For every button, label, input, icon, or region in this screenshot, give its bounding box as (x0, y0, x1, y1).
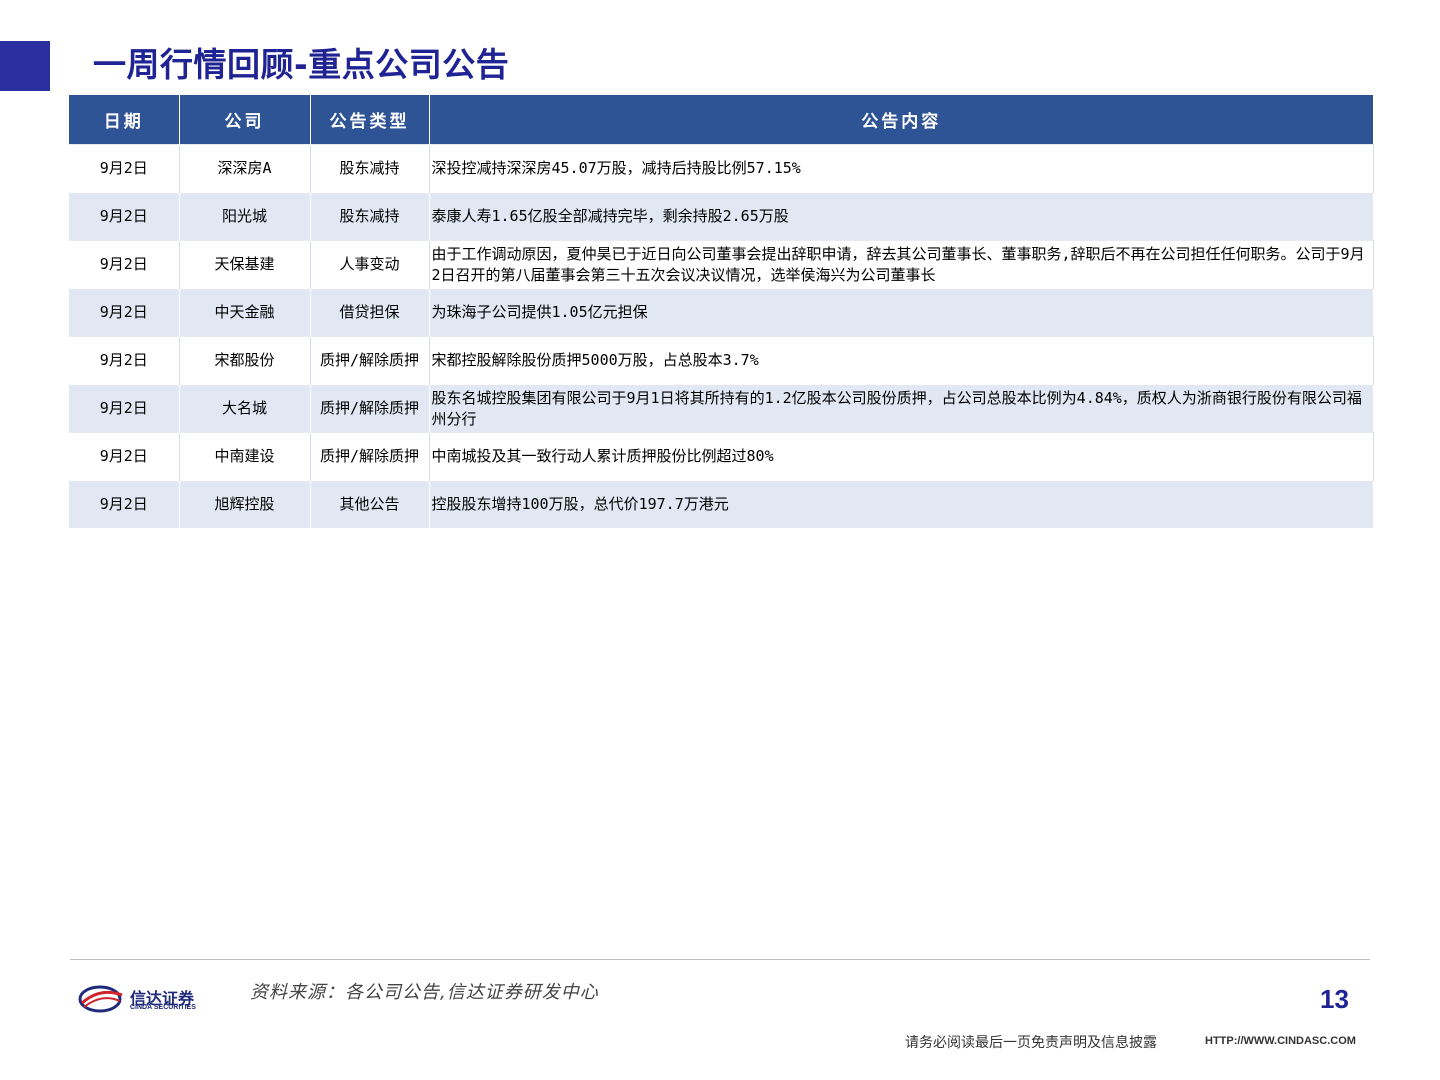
cell-type: 其他公告 (310, 480, 430, 528)
table-row: 9月2日 大名城 质押/解除质押 股东名城控股集团有限公司于9月1日将其所持有的… (69, 384, 1373, 433)
announcements-table-container: 日期 公司 公告类型 公告内容 9月2日 深深房A 股东减持 深投控减持深深房4… (69, 95, 1374, 528)
cell-type: 质押/解除质押 (310, 384, 430, 433)
cell-company: 阳光城 (179, 192, 311, 241)
table-row: 9月2日 阳光城 股东减持 泰康人寿1.65亿股全部减持完毕，剩余持股2.65万… (69, 192, 1373, 241)
source-note: 资料来源：各公司公告,信达证券研发中心 (250, 982, 599, 1003)
header-type: 公告类型 (310, 95, 430, 145)
company-logo: 信达证券 CINDA SECURITIES (78, 983, 218, 1015)
logo-text-en: CINDA SECURITIES (130, 1004, 196, 1011)
corner-accent-block (0, 41, 50, 91)
website-link[interactable]: HTTP://WWW.CINDASC.COM (1205, 1035, 1356, 1047)
cell-date: 9月2日 (69, 288, 180, 337)
cell-type: 人事变动 (310, 240, 430, 289)
cell-date: 9月2日 (69, 432, 180, 481)
table-row: 9月2日 旭辉控股 其他公告 控股股东增持100万股，总代价197.7万港元 (69, 480, 1373, 528)
table-row: 9月2日 宋都股份 质押/解除质押 宋都控股解除股份质押5000万股，占总股本3… (69, 336, 1374, 385)
cell-date: 9月2日 (69, 336, 180, 385)
cell-content: 泰康人寿1.65亿股全部减持完毕，剩余持股2.65万股 (429, 192, 1373, 241)
cell-date: 9月2日 (69, 240, 180, 289)
cell-content: 宋都控股解除股份质押5000万股，占总股本3.7% (429, 336, 1374, 385)
cell-company: 深深房A (179, 144, 311, 193)
cell-type: 质押/解除质押 (310, 432, 430, 481)
cell-company: 宋都股份 (179, 336, 311, 385)
table-row: 9月2日 深深房A 股东减持 深投控减持深深房45.07万股，减持后持股比例57… (69, 144, 1374, 193)
cell-company: 中南建设 (179, 432, 311, 481)
cell-company: 中天金融 (179, 288, 311, 337)
cell-company: 天保基建 (179, 240, 311, 289)
disclaimer-text: 请务必阅读最后一页免责声明及信息披露 (905, 1035, 1157, 1051)
cell-content: 为珠海子公司提供1.05亿元担保 (429, 288, 1373, 337)
cell-type: 借贷担保 (310, 288, 430, 337)
cell-content: 控股股东增持100万股，总代价197.7万港元 (429, 480, 1373, 528)
cell-date: 9月2日 (69, 384, 180, 433)
cell-content: 由于工作调动原因，夏仲昊已于近日向公司董事会提出辞职申请，辞去其公司董事长、董事… (429, 240, 1374, 289)
cinda-logo-icon (78, 985, 123, 1013)
header-date: 日期 (69, 95, 180, 145)
cell-type: 股东减持 (310, 144, 430, 193)
cell-company: 大名城 (179, 384, 311, 433)
cell-date: 9月2日 (69, 144, 180, 193)
page-number: 13 (1320, 984, 1349, 1014)
table-row: 9月2日 天保基建 人事变动 由于工作调动原因，夏仲昊已于近日向公司董事会提出辞… (69, 240, 1374, 289)
footer-divider (70, 959, 1370, 960)
table-header-row: 日期 公司 公告类型 公告内容 (69, 95, 1373, 145)
cell-content: 中南城投及其一致行动人累计质押股份比例超过80% (429, 432, 1374, 481)
cell-type: 股东减持 (310, 192, 430, 241)
cell-date: 9月2日 (69, 480, 180, 528)
table-row: 9月2日 中天金融 借贷担保 为珠海子公司提供1.05亿元担保 (69, 288, 1373, 337)
header-content: 公告内容 (429, 95, 1373, 145)
header-company: 公司 (179, 95, 311, 145)
page-title: 一周行情回顾-重点公司公告 (93, 45, 510, 84)
cell-content: 深投控减持深深房45.07万股，减持后持股比例57.15% (429, 144, 1374, 193)
cell-content: 股东名城控股集团有限公司于9月1日将其所持有的1.2亿股本公司股份质押，占公司总… (429, 384, 1373, 433)
cell-company: 旭辉控股 (179, 480, 311, 528)
cell-type: 质押/解除质押 (310, 336, 430, 385)
announcements-table: 日期 公司 公告类型 公告内容 9月2日 深深房A 股东减持 深投控减持深深房4… (69, 95, 1374, 528)
cell-date: 9月2日 (69, 192, 180, 241)
table-row: 9月2日 中南建设 质押/解除质押 中南城投及其一致行动人累计质押股份比例超过8… (69, 432, 1374, 481)
